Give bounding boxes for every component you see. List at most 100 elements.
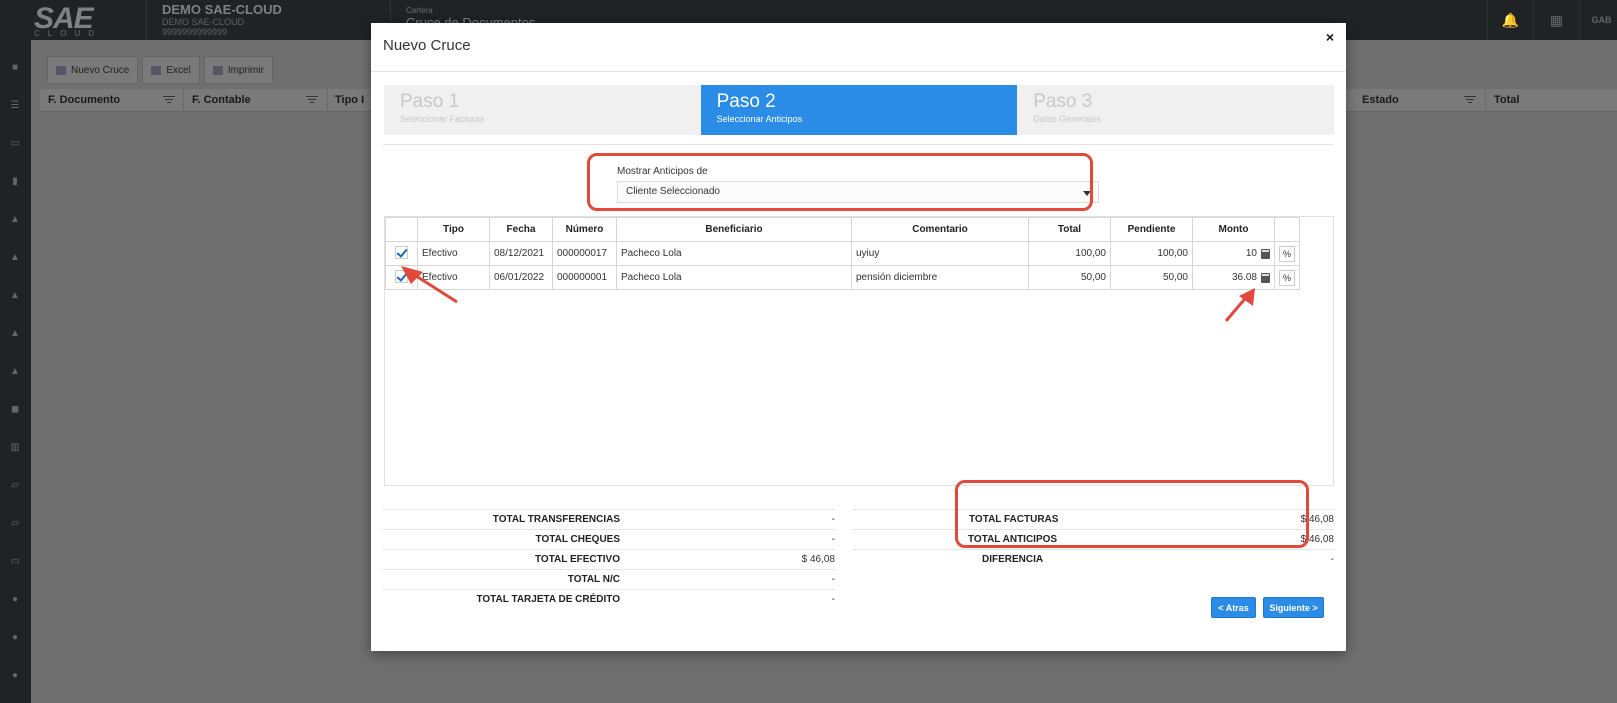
column-header[interactable]: Fecha bbox=[489, 217, 553, 242]
card-icon[interactable]: ▭ bbox=[5, 554, 25, 568]
excel-label: Excel bbox=[166, 64, 191, 76]
excel-button[interactable]: Excel bbox=[142, 56, 200, 84]
column-header[interactable]: Total bbox=[1494, 94, 1519, 106]
total-label: TOTAL EFECTIVO bbox=[534, 554, 620, 565]
graduation-icon[interactable]: ▲ bbox=[5, 364, 25, 378]
apps-grid-icon[interactable]: ▦ bbox=[1533, 0, 1579, 40]
nuevo-cruce-button[interactable]: Nuevo Cruce bbox=[47, 56, 139, 84]
app-logo[interactable]: SAE CLOUD bbox=[30, 2, 140, 38]
users-icon[interactable]: ● bbox=[5, 630, 25, 644]
column-header bbox=[385, 217, 418, 242]
column-header[interactable]: Pendiente bbox=[1110, 217, 1193, 242]
total-label: TOTAL TRANSFERENCIAS bbox=[492, 514, 620, 525]
link-icon[interactable]: % bbox=[1279, 269, 1295, 286]
divider bbox=[146, 0, 147, 40]
imprimir-label: Imprimir bbox=[227, 64, 264, 76]
step-3[interactable]: Paso 3 Datos Generales bbox=[1017, 85, 1334, 135]
cell-monto: 36.08 bbox=[1192, 265, 1275, 290]
column-header bbox=[1274, 217, 1300, 242]
building-icon[interactable]: ▮ bbox=[5, 174, 25, 188]
cell-comentario: uyiuy bbox=[851, 241, 1029, 266]
row-checkbox[interactable] bbox=[395, 245, 408, 259]
total-row: TOTAL TARJETA DE CRÉDITO - bbox=[383, 589, 835, 609]
cell-actions: % bbox=[1274, 265, 1300, 290]
column-header[interactable]: Total bbox=[1028, 217, 1111, 242]
calculator-icon[interactable] bbox=[1261, 248, 1270, 259]
left-sidebar: ■ ☰ ▭ ▮ ▲ ▲ ▲ ▲ ▲ ◼ ▥ ▱ ▱ ▭ ● ● ● bbox=[0, 40, 31, 703]
column-separator bbox=[183, 89, 184, 112]
card-icon[interactable]: ▭ bbox=[5, 136, 25, 150]
bank-icon[interactable]: ▥ bbox=[5, 440, 25, 454]
column-header[interactable]: Tipo I bbox=[335, 94, 364, 106]
cell-total: 100,00 bbox=[1028, 241, 1111, 266]
menu-icon[interactable]: ☰ bbox=[5, 98, 25, 112]
total-label: TOTAL CHEQUES bbox=[535, 534, 620, 545]
atras-button[interactable]: < Atras bbox=[1211, 597, 1256, 618]
cell-pendiente: 100,00 bbox=[1110, 241, 1193, 266]
siguiente-button[interactable]: Siguiente > bbox=[1263, 597, 1324, 618]
cell-fecha: 08/12/2021 bbox=[489, 241, 553, 266]
company-name: DEMO SAE-CLOUD bbox=[162, 2, 282, 17]
users-icon[interactable]: ● bbox=[5, 592, 25, 606]
folder-icon[interactable]: ▱ bbox=[5, 478, 25, 492]
nuevo-cruce-label: Nuevo Cruce bbox=[71, 64, 130, 76]
excel-icon bbox=[151, 65, 162, 75]
column-header[interactable]: Comentario bbox=[851, 217, 1029, 242]
company-info: DEMO SAE-CLOUD DEMO SAE-CLOUD 9999999999… bbox=[162, 2, 282, 37]
modal-title: Nuevo Cruce bbox=[383, 37, 471, 54]
calculator-icon[interactable] bbox=[1261, 272, 1270, 283]
graduation-icon[interactable]: ▲ bbox=[5, 326, 25, 340]
table-header-row: Tipo Fecha Número Beneficiario Comentari… bbox=[385, 217, 1300, 242]
annotation-arrow bbox=[401, 266, 458, 304]
monto-input[interactable]: 10 bbox=[1246, 248, 1257, 259]
breadcrumb-section: Cartera bbox=[406, 6, 433, 15]
annotation-highlight bbox=[955, 480, 1309, 548]
column-header[interactable]: Número bbox=[552, 217, 617, 242]
column-header[interactable]: F. Contable bbox=[192, 94, 251, 106]
link-icon[interactable]: % bbox=[1279, 245, 1295, 262]
total-label: TOTAL N/C bbox=[567, 574, 620, 585]
cell-beneficiario: Pacheco Lola bbox=[616, 241, 852, 266]
column-header[interactable]: F. Documento bbox=[48, 94, 120, 106]
graduation-icon[interactable]: ▲ bbox=[5, 288, 25, 302]
graduation-icon[interactable]: ▲ bbox=[5, 212, 25, 226]
column-header[interactable]: Monto bbox=[1192, 217, 1275, 242]
cell-tipo: Efectivo bbox=[417, 241, 490, 266]
step-1[interactable]: Paso 1 Seleccionar Facturas bbox=[384, 85, 701, 135]
step-subtitle: Seleccionar Facturas bbox=[400, 114, 485, 124]
folder-icon[interactable]: ▱ bbox=[5, 516, 25, 530]
logo-subtext: CLOUD bbox=[34, 29, 103, 38]
filter-icon[interactable] bbox=[163, 96, 175, 105]
column-header[interactable]: Estado bbox=[1362, 94, 1399, 106]
filter-icon[interactable] bbox=[1464, 96, 1476, 105]
column-separator bbox=[1485, 89, 1486, 112]
step-title: Paso 2 bbox=[716, 91, 776, 112]
graduation-icon[interactable]: ▲ bbox=[5, 250, 25, 264]
user-menu[interactable]: GAB bbox=[1579, 0, 1617, 40]
close-icon[interactable]: × bbox=[1326, 29, 1334, 45]
nuevo-cruce-modal: Nuevo Cruce × Paso 1 Seleccionar Factura… bbox=[371, 23, 1346, 651]
truck-icon[interactable]: ◼ bbox=[5, 402, 25, 416]
filter-icon[interactable] bbox=[306, 96, 318, 105]
bell-icon[interactable]: 🔔 bbox=[1487, 0, 1533, 40]
cell-beneficiario: Pacheco Lola bbox=[616, 265, 852, 290]
step-2[interactable]: Paso 2 Seleccionar Anticipos bbox=[700, 85, 1018, 135]
monto-input[interactable]: 36.08 bbox=[1232, 272, 1257, 283]
totals-left: TOTAL TRANSFERENCIAS - TOTAL CHEQUES - TOT… bbox=[383, 509, 835, 609]
pencil-icon bbox=[56, 65, 66, 75]
cell-numero: 000000017 bbox=[552, 241, 617, 266]
top-icons: 🔔 ▦ GAB bbox=[1487, 0, 1617, 40]
cell-total: 50,00 bbox=[1028, 265, 1111, 290]
annotation-highlight bbox=[587, 153, 1093, 211]
column-header[interactable]: Tipo bbox=[417, 217, 490, 242]
total-row: TOTAL CHEQUES - bbox=[383, 529, 835, 549]
total-label: DIFERENCIA bbox=[982, 554, 1044, 565]
wizard-steps: Paso 1 Seleccionar Facturas Paso 2 Selec… bbox=[384, 85, 1334, 135]
users-icon[interactable]: ● bbox=[5, 668, 25, 682]
total-row: DIFERENCIA - bbox=[852, 549, 1334, 569]
column-header[interactable]: Beneficiario bbox=[616, 217, 852, 242]
briefcase-icon[interactable]: ■ bbox=[5, 60, 25, 74]
total-row: TOTAL EFECTIVO $ 46,08 bbox=[383, 549, 835, 569]
cell-fecha: 06/01/2022 bbox=[489, 265, 553, 290]
imprimir-button[interactable]: Imprimir bbox=[203, 56, 273, 84]
